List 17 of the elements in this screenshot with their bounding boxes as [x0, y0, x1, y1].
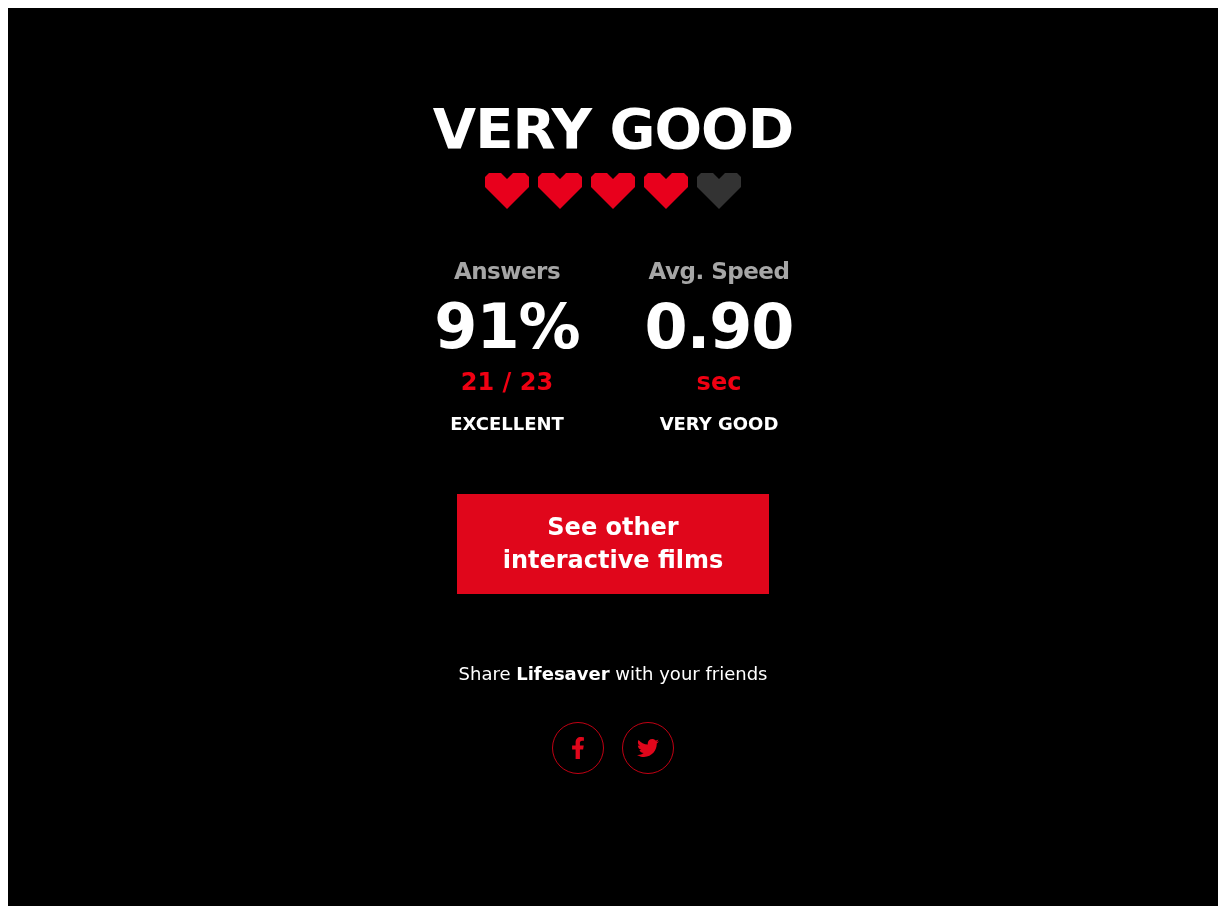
other-films-button[interactable]: See other interactive films [457, 494, 769, 594]
stat-value: 91% [434, 290, 580, 364]
share-text: Share Lifesaver with your friends [458, 662, 768, 686]
heart-icon [697, 172, 741, 210]
stat-detail: 21 / 23 [460, 367, 554, 398]
stat-value: 0.90 [644, 290, 794, 364]
stat-detail: sec [696, 367, 742, 398]
heart-icon [485, 172, 529, 210]
heart-icon [591, 172, 635, 210]
stat-label: Avg. Speed [648, 257, 790, 286]
result-title: VERY GOOD [432, 96, 794, 162]
heart-icon [538, 172, 582, 210]
bird-icon [637, 737, 659, 759]
stat-verdict: VERY GOOD [659, 412, 779, 436]
stat-verdict: EXCELLENT [450, 412, 564, 436]
heart-icon [644, 172, 688, 210]
stat-label: Answers [453, 257, 561, 286]
